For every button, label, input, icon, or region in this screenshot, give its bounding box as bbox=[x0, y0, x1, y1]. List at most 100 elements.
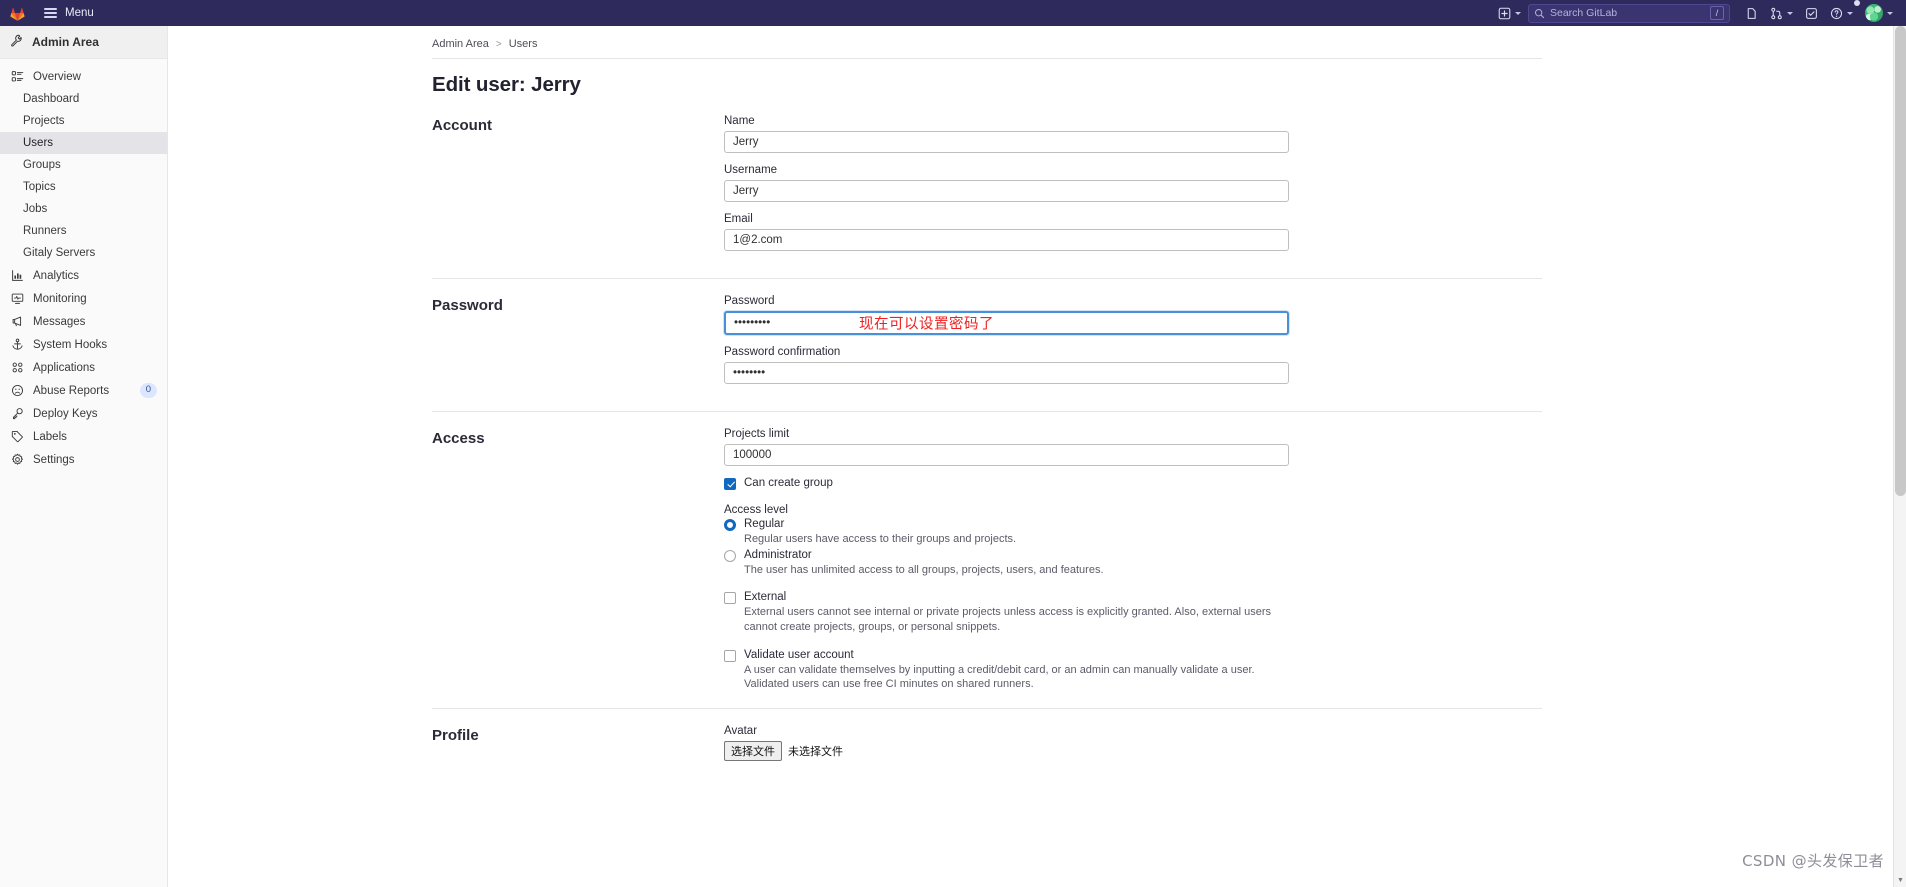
user-menu-button[interactable] bbox=[1860, 2, 1898, 24]
todos-button[interactable] bbox=[1800, 2, 1823, 24]
breadcrumb-divider bbox=[432, 58, 1542, 59]
overview-icon bbox=[10, 70, 24, 84]
external-checkbox[interactable] bbox=[724, 592, 736, 605]
choose-file-button[interactable]: 选择文件 bbox=[724, 740, 782, 761]
chevron-down-icon bbox=[1787, 11, 1793, 15]
sidebar-item-analytics[interactable]: Analytics bbox=[0, 264, 167, 287]
administrator-description: The user has unlimited access to all gro… bbox=[744, 563, 1104, 576]
sidebar-item-label: Applications bbox=[33, 361, 96, 374]
section-profile-body: Avatar 选择文件 未选择文件 bbox=[724, 725, 1289, 761]
email-label: Email bbox=[724, 213, 753, 225]
page-title: Edit user: Jerry bbox=[432, 73, 581, 96]
can-create-group-checkbox[interactable] bbox=[724, 478, 736, 490]
sidebar-item-system-hooks[interactable]: System Hooks bbox=[0, 333, 167, 356]
sidebar-item-gitaly-servers[interactable]: Gitaly Servers bbox=[0, 242, 167, 264]
field-password-confirmation: Password confirmation bbox=[724, 346, 1289, 384]
external-option: External External users cannot see inter… bbox=[724, 591, 1289, 634]
external-checkbox-row[interactable]: External bbox=[724, 591, 1289, 605]
sidebar-item-topics[interactable]: Topics bbox=[0, 176, 167, 198]
sidebar-context-admin-area[interactable]: Admin Area bbox=[0, 26, 167, 59]
projects-limit-input[interactable] bbox=[724, 444, 1289, 466]
sidebar-item-label: Settings bbox=[33, 453, 75, 466]
section-password: Password Password 现在可以设置密码了 Password con… bbox=[432, 278, 1542, 411]
search-input[interactable] bbox=[1550, 7, 1710, 19]
scrollbar-thumb[interactable] bbox=[1895, 26, 1906, 496]
key-icon bbox=[10, 407, 24, 421]
file-status-text: 未选择文件 bbox=[788, 744, 843, 758]
gitlab-tanuki-icon bbox=[9, 7, 25, 21]
sidebar-item-labels[interactable]: Labels bbox=[0, 425, 167, 448]
breadcrumb: Admin Area > Users bbox=[432, 34, 1542, 58]
can-create-group-row[interactable]: Can create group bbox=[724, 477, 1289, 490]
sidebar-items-list: Overview Dashboard Projects Users Groups… bbox=[0, 59, 167, 471]
sidebar-item-label: Analytics bbox=[33, 269, 80, 282]
section-profile-title: Profile bbox=[432, 726, 479, 744]
regular-radio[interactable] bbox=[724, 519, 736, 531]
help-button[interactable] bbox=[1825, 0, 1860, 24]
administrator-radio[interactable] bbox=[724, 549, 736, 562]
validate-checkbox-row[interactable]: Validate user account bbox=[724, 649, 1289, 662]
section-account-body: Name Username Email bbox=[724, 115, 1289, 262]
sidebar-item-messages[interactable]: Messages bbox=[0, 310, 167, 333]
access-level-label: Access level bbox=[724, 504, 788, 516]
megaphone-icon bbox=[10, 315, 24, 329]
sidebar-item-overview[interactable]: Overview bbox=[0, 65, 167, 88]
plus-square-icon bbox=[1498, 7, 1511, 19]
monitor-icon bbox=[10, 292, 24, 306]
global-search[interactable]: / bbox=[1528, 3, 1730, 23]
gear-icon bbox=[10, 453, 24, 467]
field-name: Name bbox=[724, 115, 1289, 153]
administrator-label: Administrator bbox=[744, 548, 812, 561]
sidebar-item-runners[interactable]: Runners bbox=[0, 220, 167, 242]
merge-requests-button[interactable] bbox=[1765, 2, 1798, 24]
administrator-radio-row[interactable]: Administrator bbox=[724, 549, 1289, 562]
section-profile: Profile Avatar 选择文件 未选择文件 bbox=[432, 707, 1542, 777]
validate-user-checkbox[interactable] bbox=[724, 649, 736, 662]
sidebar-item-label: Jobs bbox=[23, 203, 48, 215]
validate-user-label: Validate user account bbox=[744, 648, 854, 661]
sidebar-item-monitoring[interactable]: Monitoring bbox=[0, 287, 167, 310]
sidebar-context-label: Admin Area bbox=[32, 35, 99, 49]
sidebar-item-groups[interactable]: Groups bbox=[0, 154, 167, 176]
sidebar-item-label: Monitoring bbox=[33, 292, 87, 305]
password-input-wrapper: 现在可以设置密码了 bbox=[724, 311, 1289, 335]
create-new-button[interactable] bbox=[1493, 2, 1526, 24]
issues-icon bbox=[1747, 7, 1756, 19]
sidebar-item-settings[interactable]: Settings bbox=[0, 448, 167, 471]
sidebar-item-users[interactable]: Users bbox=[0, 132, 167, 154]
sidebar-item-applications[interactable]: Applications bbox=[0, 356, 167, 379]
sidebar-item-label: System Hooks bbox=[33, 338, 108, 351]
section-password-title: Password bbox=[432, 297, 503, 314]
field-projects-limit: Projects limit bbox=[724, 428, 1289, 466]
sidebar-item-dashboard[interactable]: Dashboard bbox=[0, 88, 167, 110]
gitlab-logo[interactable] bbox=[0, 0, 34, 26]
access-level-option-regular: Regular Regular users have access to the… bbox=[724, 518, 1289, 547]
section-account-title: Account bbox=[432, 117, 492, 134]
avatar-file-input[interactable]: 选择文件 未选择文件 bbox=[724, 740, 1289, 761]
password-input[interactable] bbox=[724, 311, 1289, 335]
sidebar-item-jobs[interactable]: Jobs bbox=[0, 198, 167, 220]
regular-radio-row[interactable]: Regular bbox=[724, 518, 1289, 531]
vertical-scrollbar[interactable]: ▼ bbox=[1893, 26, 1906, 887]
sidebar-item-abuse-reports[interactable]: Abuse Reports 0 bbox=[0, 379, 167, 402]
access-level-option-administrator: Administrator The user has unlimited acc… bbox=[724, 549, 1289, 578]
section-password-body: Password 现在可以设置密码了 Password confirmation bbox=[724, 295, 1289, 395]
todo-checkbox-icon bbox=[1806, 7, 1817, 19]
sidebar-item-deploy-keys[interactable]: Deploy Keys bbox=[0, 402, 167, 425]
breadcrumb-users[interactable]: Users bbox=[509, 38, 538, 50]
username-input[interactable] bbox=[724, 180, 1289, 202]
main-menu-button[interactable]: Menu bbox=[34, 0, 104, 26]
email-input[interactable] bbox=[724, 229, 1289, 251]
breadcrumb-admin-area[interactable]: Admin Area bbox=[432, 38, 489, 50]
wrench-icon bbox=[10, 34, 23, 50]
topnav-actions: / bbox=[1493, 0, 1906, 26]
password-confirmation-input[interactable] bbox=[724, 362, 1289, 384]
issues-button[interactable] bbox=[1740, 2, 1763, 24]
sidebar-item-label: Runners bbox=[23, 225, 67, 237]
scroll-down-arrow-icon[interactable]: ▼ bbox=[1894, 874, 1906, 887]
name-input[interactable] bbox=[724, 131, 1289, 153]
sidebar-item-projects[interactable]: Projects bbox=[0, 110, 167, 132]
admin-sidebar: Admin Area Overview Dashboard Projects U… bbox=[0, 26, 168, 887]
chevron-down-icon bbox=[1515, 11, 1521, 15]
sidebar-item-label: Groups bbox=[23, 159, 61, 171]
